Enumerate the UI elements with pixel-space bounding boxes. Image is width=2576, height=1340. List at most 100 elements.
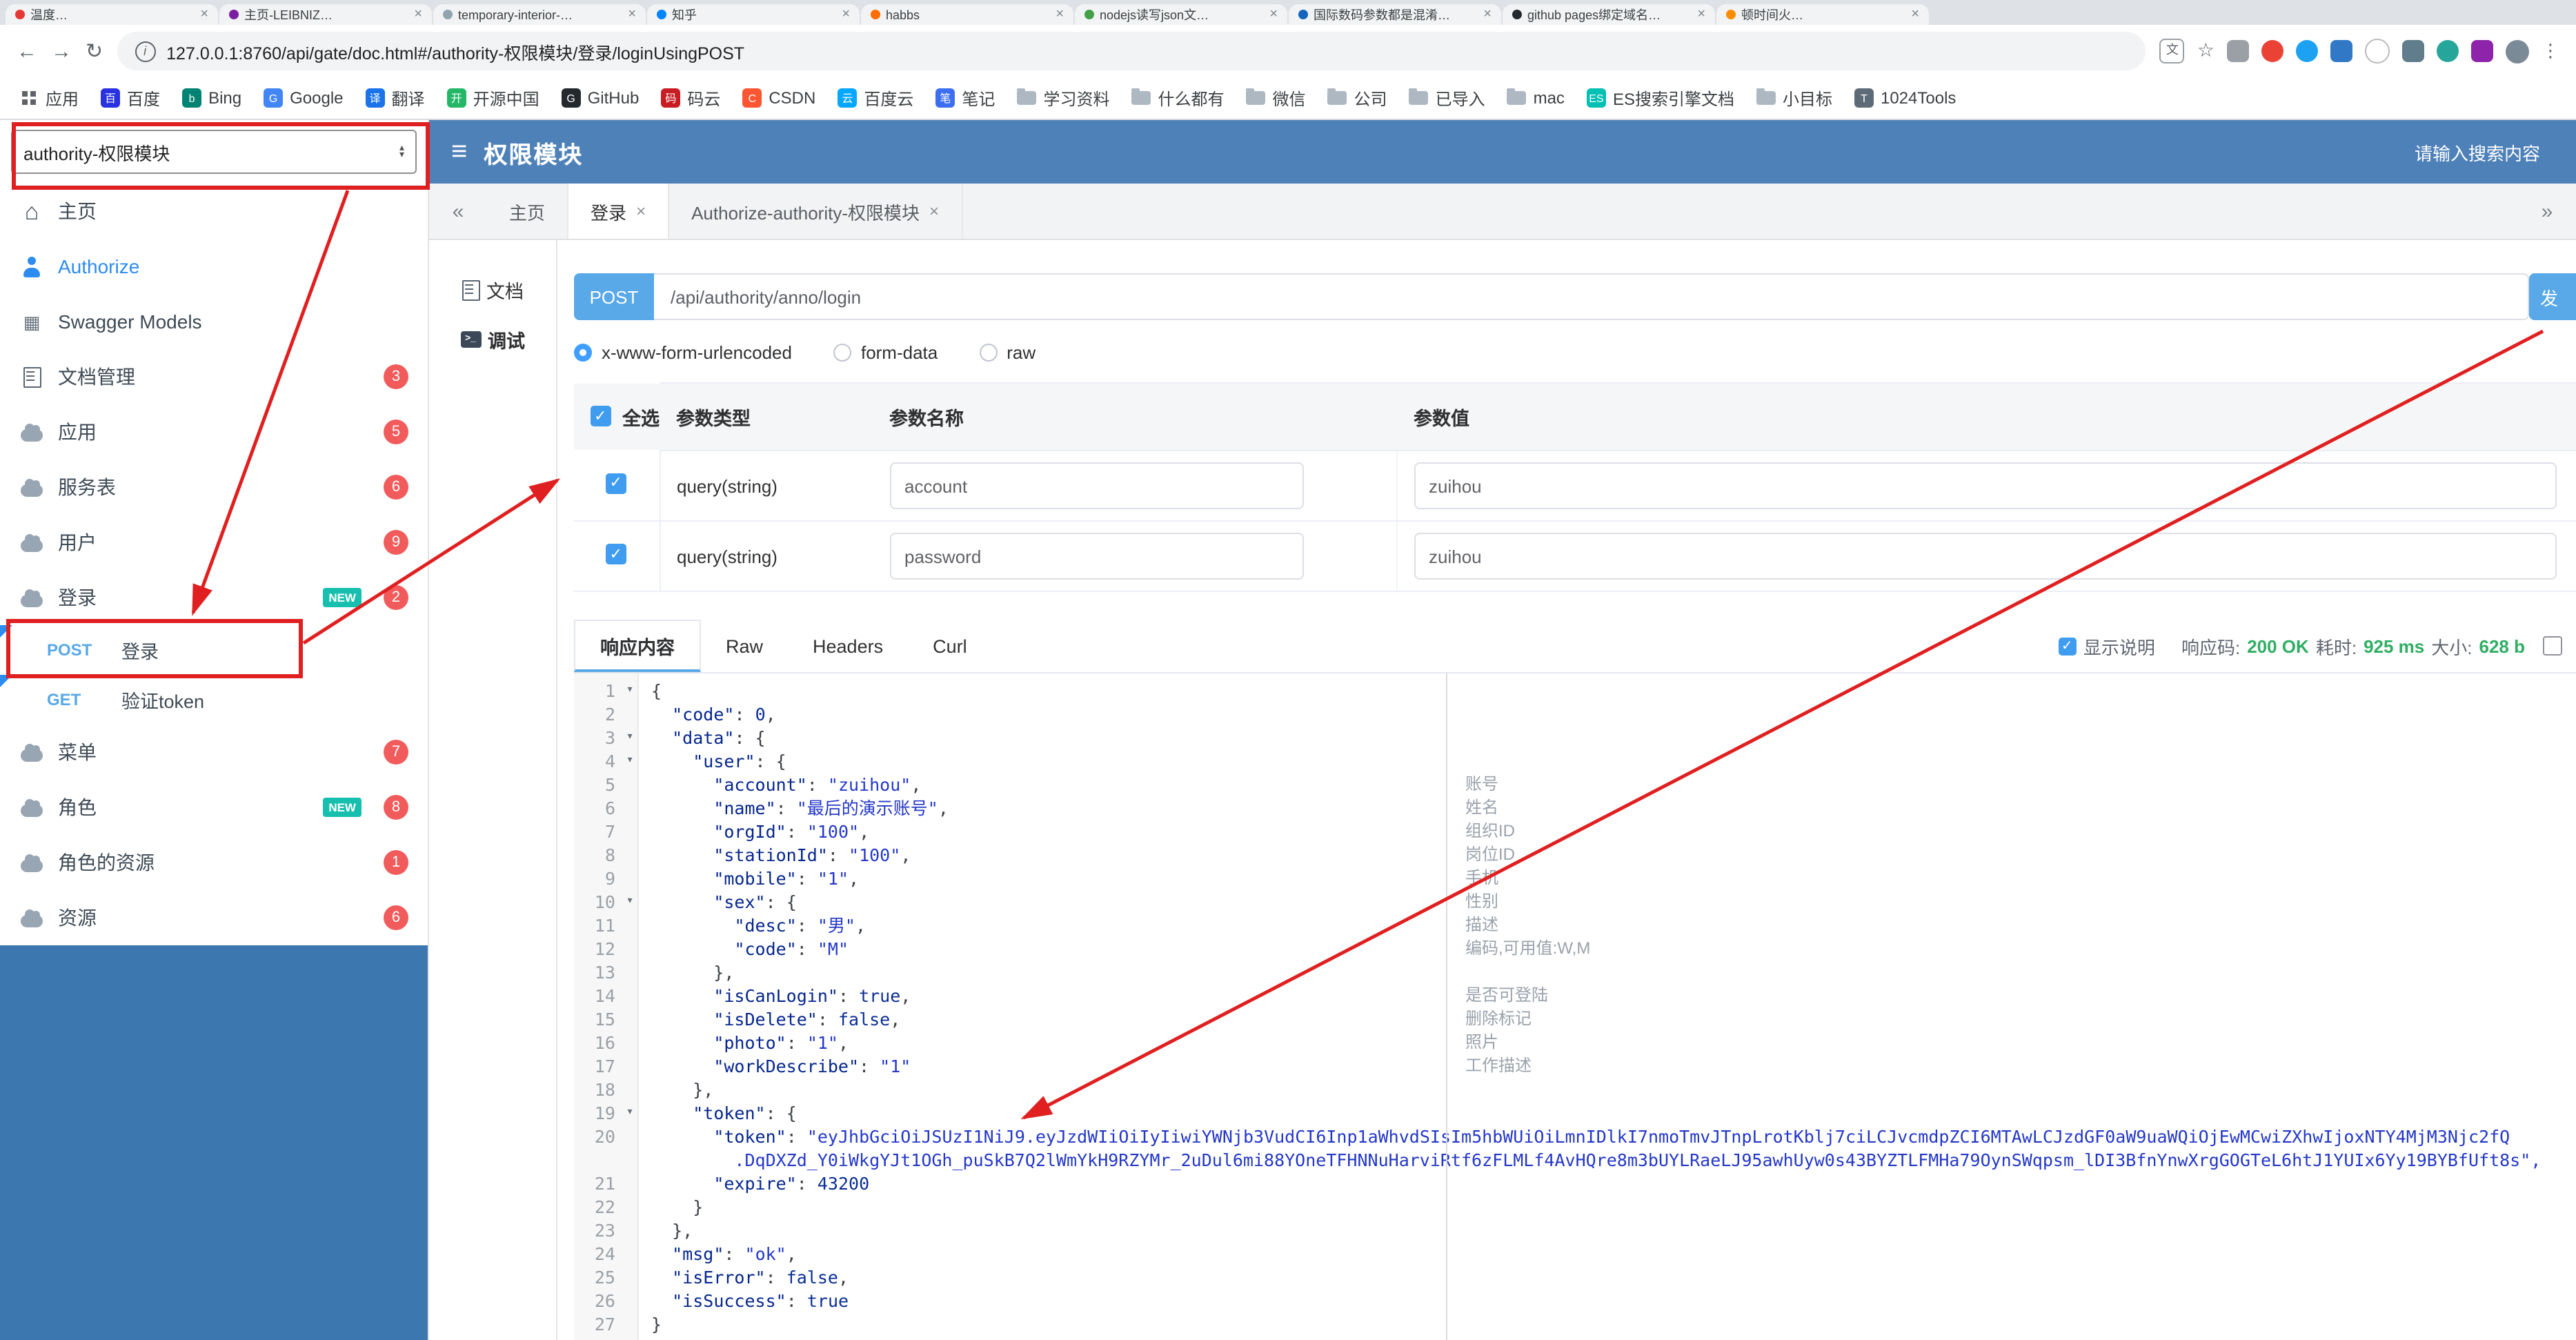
sidebar-item-home[interactable]: 主页: [0, 184, 428, 239]
browser-tab[interactable]: 主页-LEIBNIZ…: [219, 4, 432, 25]
bookmark-item[interactable]: ES ES搜索引擎文档: [1586, 86, 1734, 110]
browser-tab[interactable]: 国际数码参数都是混淆…: [1289, 4, 1501, 25]
sidebar-item-service-table[interactable]: 服务表 6: [0, 460, 428, 515]
sidebar-item-swagger-models[interactable]: Swagger Models: [0, 294, 428, 349]
octotree-extension-icon[interactable]: [2296, 40, 2318, 62]
param-name-input[interactable]: account: [889, 462, 1303, 509]
screenshot-extension-icon[interactable]: [2227, 40, 2249, 62]
tab-login[interactable]: 登录: [568, 184, 670, 239]
tab-close-icon[interactable]: [200, 8, 208, 21]
bookmark-item[interactable]: 学习资料: [1017, 86, 1109, 110]
tab-home[interactable]: 主页: [487, 184, 569, 239]
tab-debug[interactable]: 调试: [460, 326, 525, 353]
bookmark-item[interactable]: G Google: [264, 88, 344, 108]
radio-raw[interactable]: raw: [979, 342, 1036, 363]
bookmark-item[interactable]: b Bing: [182, 88, 241, 108]
browser-tab[interactable]: 知乎: [647, 4, 860, 25]
tab-headers[interactable]: Headers: [788, 620, 908, 672]
bookmark-item[interactable]: 微信: [1246, 86, 1306, 110]
bookmark-item[interactable]: 公司: [1327, 86, 1387, 110]
fold-icon[interactable]: ▾: [621, 1101, 639, 1125]
back-icon[interactable]: [17, 41, 37, 61]
fullscreen-icon[interactable]: [2543, 636, 2562, 656]
forward-icon[interactable]: [51, 41, 72, 61]
tab-authorize-module[interactable]: Authorize-authority-权限模块: [669, 184, 963, 239]
sidebar-item-role[interactable]: 角色 NEW 8: [0, 780, 428, 835]
bookmark-item[interactable]: 云 百度云: [838, 86, 913, 110]
sidebar-item-menu[interactable]: 菜单 7: [0, 725, 428, 780]
browser-tab[interactable]: 顿时间火…: [1716, 4, 1929, 25]
bookmark-item[interactable]: T 1024Tools: [1854, 88, 1956, 108]
tab-close-icon[interactable]: [1911, 8, 1919, 21]
show-description-checkbox[interactable]: [2058, 637, 2077, 656]
module-select[interactable]: authority-权限模块: [11, 130, 417, 174]
tab-curl[interactable]: Curl: [908, 620, 992, 672]
fold-icon[interactable]: ▾: [621, 749, 639, 773]
site-info-icon[interactable]: i: [135, 41, 156, 61]
sidebar-item-login[interactable]: 登录 NEW 2: [0, 570, 428, 625]
tab-close-icon[interactable]: [1483, 8, 1492, 21]
tab-close-icon[interactable]: [636, 203, 646, 219]
bookmark-item[interactable]: 已导入: [1409, 86, 1485, 110]
tab-close-icon[interactable]: [1697, 8, 1705, 21]
response-editor[interactable]: 1 ▾{2 "code": 0, 3 ▾ "data": {4 ▾ "user": {5…: [574, 673, 2576, 1340]
puzzle-extension-icon[interactable]: [2471, 40, 2493, 62]
browser-tab[interactable]: nodejs读写json文…: [1075, 4, 1287, 25]
request-url-input[interactable]: /api/authority/anno/login: [654, 273, 2529, 320]
tab-close-icon[interactable]: [414, 8, 422, 21]
sidebar-item-role-resource[interactable]: 角色的资源 1: [0, 835, 428, 890]
fold-icon[interactable]: ▾: [621, 726, 639, 749]
radio-urlencoded[interactable]: x-www-form-urlencoded: [574, 342, 792, 363]
proxy-extension-icon[interactable]: [2402, 40, 2424, 62]
tab-close-icon[interactable]: [842, 8, 850, 21]
json-viewer-extension-icon[interactable]: [2330, 40, 2352, 62]
sidebar-item-login-post[interactable]: POST 登录: [0, 625, 428, 675]
sidebar-item-resource[interactable]: 资源 6: [0, 890, 428, 945]
row-checkbox[interactable]: [606, 544, 627, 564]
browser-tab[interactable]: temporary-interior-…: [433, 4, 646, 25]
url-bar[interactable]: i 127.0.0.1:8760/api/gate/doc.html#/auth…: [117, 32, 2146, 70]
row-checkbox[interactable]: [606, 473, 627, 494]
search-input[interactable]: 请输入搜索内容: [2415, 139, 2554, 165]
sidebar-item-docs-manage[interactable]: 文档管理 3: [0, 349, 428, 404]
tab-close-icon[interactable]: [628, 8, 636, 21]
bookmark-item[interactable]: 小目标: [1756, 86, 1832, 110]
translate-icon[interactable]: [2159, 39, 2185, 63]
param-value-input[interactable]: zuihou: [1414, 533, 2557, 580]
tab-close-icon[interactable]: [1269, 8, 1278, 21]
google-extension-icon[interactable]: [2261, 40, 2283, 62]
adblock-extension-icon[interactable]: [2365, 39, 2390, 63]
sidebar-item-authorize[interactable]: Authorize: [0, 239, 428, 294]
select-all-checkbox[interactable]: [591, 406, 611, 426]
bookmark-item[interactable]: 百 百度: [101, 86, 160, 110]
browser-tab[interactable]: 温度…: [6, 4, 218, 25]
hamburger-icon[interactable]: [451, 138, 467, 166]
param-name-input[interactable]: password: [889, 533, 1303, 580]
profile-avatar[interactable]: [2506, 39, 2529, 63]
bookmark-item[interactable]: 应用: [19, 86, 79, 110]
bookmark-item[interactable]: 译 翻译: [365, 86, 425, 110]
tabs-scroll-left-icon[interactable]: [429, 184, 487, 239]
browser-tab[interactable]: habbs: [861, 4, 1073, 25]
sidebar-item-verify-token-get[interactable]: GET 验证token: [0, 675, 428, 725]
bookmark-star-icon[interactable]: [2197, 40, 2215, 62]
tab-response-content[interactable]: 响应内容: [574, 620, 701, 672]
tab-close-icon[interactable]: [929, 203, 939, 219]
bookmark-item[interactable]: 笔 笔记: [935, 86, 995, 110]
param-value-input[interactable]: zuihou: [1414, 462, 2557, 509]
bookmark-item[interactable]: G GitHub: [561, 88, 639, 108]
bookmark-item[interactable]: 什么都有: [1131, 86, 1225, 110]
bookmark-item[interactable]: 码 码云: [661, 86, 720, 110]
bookmark-item[interactable]: 开 开源中国: [446, 86, 539, 110]
reload-icon[interactable]: [86, 41, 103, 61]
tab-doc[interactable]: 文档: [462, 276, 524, 304]
browser-tab[interactable]: github pages绑定域名…: [1503, 4, 1715, 25]
sidebar-item-application[interactable]: 应用 5: [0, 404, 428, 460]
notes-extension-icon[interactable]: [2437, 40, 2459, 62]
fold-icon[interactable]: ▾: [621, 890, 639, 914]
browser-menu-icon[interactable]: [2542, 40, 2559, 62]
bookmark-item[interactable]: C CSDN: [742, 88, 815, 108]
tabs-scroll-right-icon[interactable]: [2518, 184, 2576, 239]
bookmark-item[interactable]: mac: [1507, 88, 1565, 108]
sidebar-item-users[interactable]: 用户 9: [0, 515, 428, 570]
